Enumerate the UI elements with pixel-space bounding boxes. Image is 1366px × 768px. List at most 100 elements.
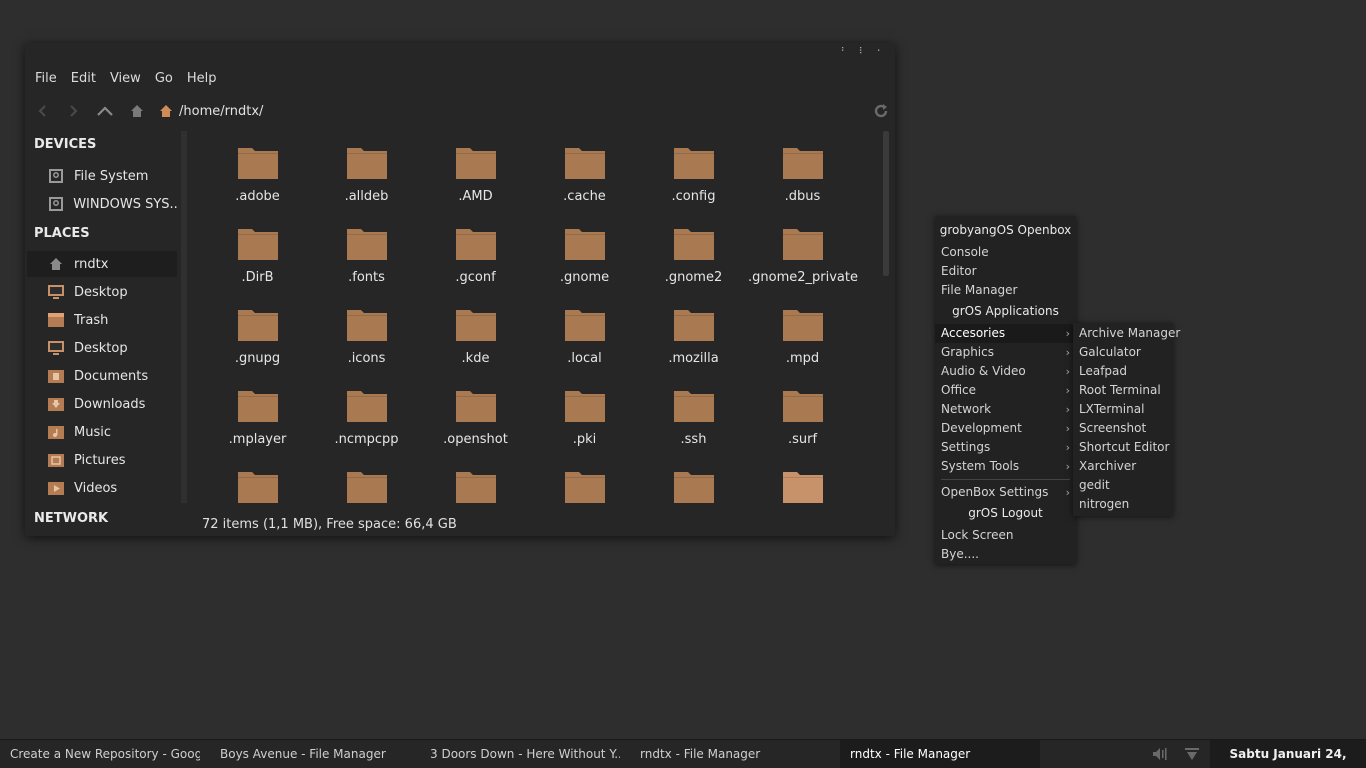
home-button[interactable] — [127, 101, 147, 121]
clock[interactable]: Sabtu Januari 24, 11:23 — [1210, 740, 1366, 768]
submenu-item-gedit[interactable]: gedit — [1073, 476, 1173, 495]
path-bar[interactable]: /home/rndtx/ — [159, 101, 263, 121]
file-item[interactable]: .local — [530, 293, 639, 374]
folder-icon — [347, 472, 387, 503]
file-item[interactable] — [639, 455, 748, 505]
sidebar-item-label: Pictures — [74, 452, 126, 468]
sidebar-item-downloads[interactable]: Downloads — [27, 391, 177, 417]
sidebar-item-documents[interactable]: Documents — [27, 363, 177, 389]
sidebar-item-videos[interactable]: Videos — [27, 475, 177, 501]
folder-icon — [674, 148, 714, 179]
sidebar-item-music[interactable]: Music — [27, 419, 177, 445]
menu-item-bye[interactable]: Bye.... — [935, 545, 1076, 564]
file-item[interactable]: .mozilla — [639, 293, 748, 374]
menu-item-openbox-settings[interactable]: OpenBox Settings › — [935, 483, 1076, 502]
folder-icon — [783, 229, 823, 260]
taskbar-item-create-repository[interactable]: Create a New Repository - Goog... — [0, 740, 200, 768]
file-item[interactable]: .fonts — [312, 212, 421, 293]
file-item[interactable]: .gconf — [421, 212, 530, 293]
file-item[interactable]: .alldeb — [312, 131, 421, 212]
submenu-item-leafpad[interactable]: Leafpad — [1073, 362, 1173, 381]
menu-item-audio-video[interactable]: Audio & Video › — [935, 362, 1076, 381]
menu-view[interactable]: View — [110, 71, 141, 89]
file-item[interactable]: .gnome2_private — [748, 212, 858, 293]
taskbar-item-rndtx-file-manager-active[interactable]: rndtx - File Manager — [840, 740, 1040, 768]
submenu-item-nitrogen[interactable]: nitrogen — [1073, 495, 1173, 514]
drive-icon — [47, 168, 65, 184]
menu-item-editor[interactable]: Editor — [935, 262, 1076, 281]
file-item[interactable]: .kde — [421, 293, 530, 374]
file-item[interactable]: .icons — [312, 293, 421, 374]
menu-item-development[interactable]: Development › — [935, 419, 1076, 438]
forward-button[interactable] — [63, 101, 83, 121]
menu-item-accesories[interactable]: Accesories › — [935, 324, 1076, 343]
file-item[interactable]: .AMD — [421, 131, 530, 212]
file-grid-scrollbar[interactable] — [883, 131, 889, 276]
menu-item-file-manager[interactable]: File Manager — [935, 281, 1076, 300]
file-item[interactable]: .gnome2 — [639, 212, 748, 293]
taskbar-item-rndtx-file-manager[interactable]: rndtx - File Manager — [630, 740, 830, 768]
menu-help[interactable]: Help — [187, 71, 217, 89]
file-item[interactable]: .gnome — [530, 212, 639, 293]
menu-edit[interactable]: Edit — [71, 71, 96, 89]
file-item[interactable]: .surf — [748, 374, 857, 455]
accesories-submenu: Archive Manager Galculator Leafpad Root … — [1073, 323, 1180, 516]
taskbar-item-3-doors-down[interactable]: 3 Doors Down - Here Without Y... — [420, 740, 620, 768]
maximize-icon[interactable]: ⠇ — [857, 47, 867, 57]
sidebar-item-label: Trash — [74, 312, 109, 328]
submenu-item-archive-manager[interactable]: Archive Manager — [1073, 324, 1180, 343]
submenu-item-galculator[interactable]: Galculator — [1073, 343, 1173, 362]
menu-item-graphics[interactable]: Graphics › — [935, 343, 1076, 362]
reload-button[interactable] — [871, 101, 891, 121]
menu-item-network[interactable]: Network › — [935, 400, 1076, 419]
file-item[interactable]: .mplayer — [203, 374, 312, 455]
window-titlebar[interactable]: ⠃ ⠇ ⠂ — [25, 43, 895, 65]
menu-item-office[interactable]: Office › — [935, 381, 1076, 400]
file-item[interactable]: .ncmpcpp — [312, 374, 421, 455]
file-item[interactable] — [748, 455, 857, 505]
file-item[interactable]: .mpd — [748, 293, 857, 374]
file-item[interactable]: .DirB — [203, 212, 312, 293]
sidebar-item-windows-sys[interactable]: WINDOWS SYS... — [27, 191, 177, 217]
menu-item-lock-screen[interactable]: Lock Screen — [935, 526, 1076, 545]
submenu-item-shortcut-editor[interactable]: Shortcut Editor — [1073, 438, 1173, 457]
network-icon[interactable] — [1184, 746, 1200, 762]
sidebar-item-desktop-2[interactable]: Desktop — [27, 335, 177, 361]
file-item[interactable]: .cache — [530, 131, 639, 212]
sidebar-scrollbar[interactable] — [181, 131, 187, 503]
menu-item-console[interactable]: Console — [935, 243, 1076, 262]
file-item[interactable]: .ssh — [639, 374, 748, 455]
menu-item-system-tools[interactable]: System Tools › — [935, 457, 1076, 476]
minimize-icon[interactable]: ⠃ — [839, 47, 849, 57]
folder-icon — [456, 391, 496, 422]
sidebar-item-rndtx[interactable]: rndtx — [27, 251, 177, 277]
file-item[interactable] — [203, 455, 312, 505]
submenu-item-screenshot[interactable]: Screenshot — [1073, 419, 1173, 438]
file-item[interactable]: .openshot — [421, 374, 530, 455]
up-button[interactable] — [95, 101, 115, 121]
file-item[interactable] — [530, 455, 639, 505]
file-item[interactable]: .adobe — [203, 131, 312, 212]
submenu-item-root-terminal[interactable]: Root Terminal — [1073, 381, 1173, 400]
volume-icon[interactable] — [1152, 746, 1168, 762]
menu-item-settings[interactable]: Settings › — [935, 438, 1076, 457]
menu-file[interactable]: File — [35, 71, 57, 89]
submenu-item-xarchiver[interactable]: Xarchiver — [1073, 457, 1173, 476]
close-icon[interactable]: ⠂ — [875, 47, 885, 57]
file-name: .mpd — [785, 351, 820, 366]
file-item[interactable] — [312, 455, 421, 505]
submenu-item-lxterminal[interactable]: LXTerminal — [1073, 400, 1173, 419]
file-name: .gnome2_private — [748, 270, 858, 285]
taskbar-item-boys-avenue[interactable]: Boys Avenue - File Manager — [210, 740, 410, 768]
file-item[interactable]: .dbus — [748, 131, 857, 212]
file-item[interactable]: .gnupg — [203, 293, 312, 374]
sidebar-item-pictures[interactable]: Pictures — [27, 447, 177, 473]
file-item[interactable] — [421, 455, 530, 505]
file-item[interactable]: .config — [639, 131, 748, 212]
menu-go[interactable]: Go — [155, 71, 173, 89]
sidebar-item-trash[interactable]: Trash — [27, 307, 177, 333]
file-item[interactable]: .pki — [530, 374, 639, 455]
sidebar-item-desktop[interactable]: Desktop — [27, 279, 177, 305]
back-button[interactable] — [33, 101, 53, 121]
sidebar-item-file-system[interactable]: File System — [27, 163, 177, 189]
